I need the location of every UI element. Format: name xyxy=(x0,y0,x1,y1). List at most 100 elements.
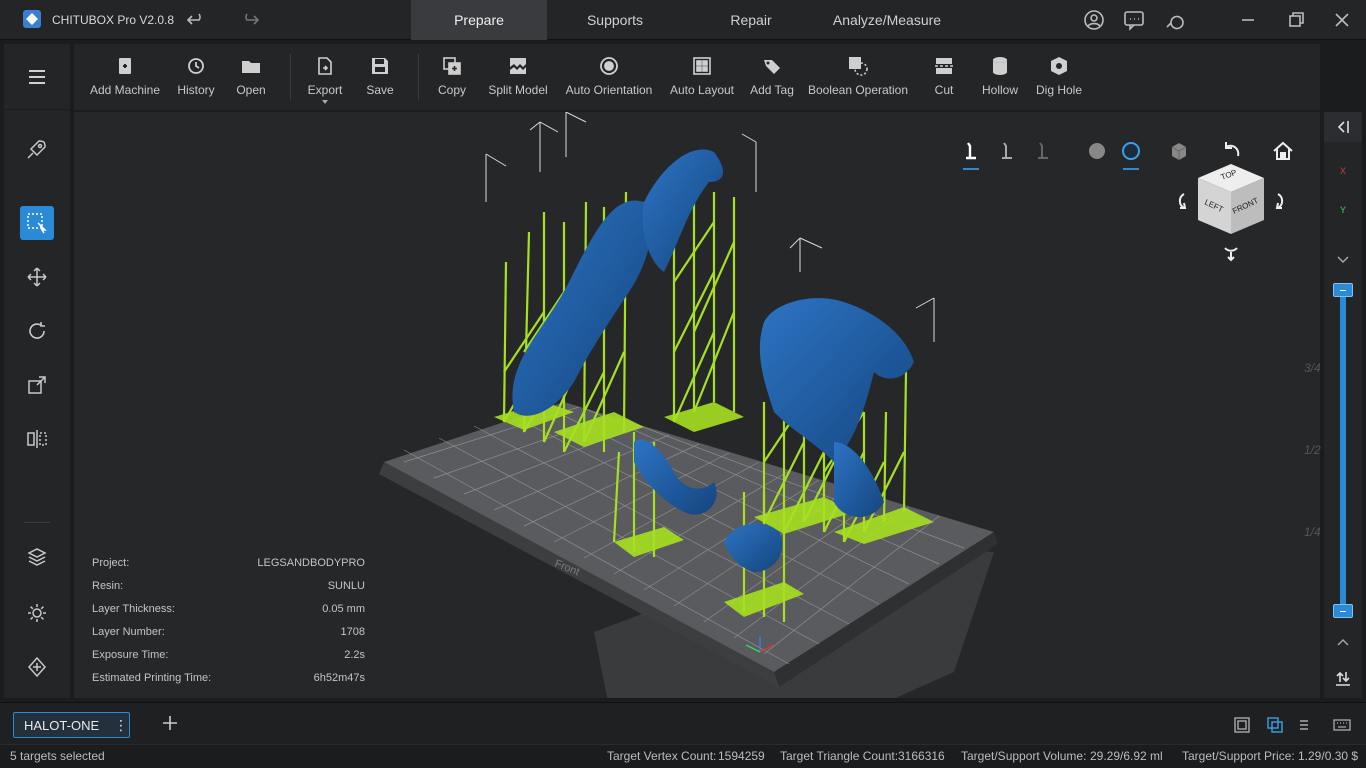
move-tool[interactable] xyxy=(20,260,54,294)
rotate-icon xyxy=(29,322,45,339)
redo-icon[interactable] xyxy=(238,8,262,32)
auto-orientation-label: Auto Orientation xyxy=(565,83,653,97)
open-button[interactable]: Open xyxy=(228,44,274,110)
info-printing-time-label: Estimated Printing Time: xyxy=(92,672,212,684)
add-machine-tab-button[interactable] xyxy=(160,713,180,733)
mirror-tool[interactable] xyxy=(20,422,54,456)
hollow-button[interactable]: Hollow xyxy=(974,44,1026,110)
cut-icon xyxy=(935,58,953,74)
boolean-operation-label: Boolean Operation xyxy=(807,83,909,97)
copy-button[interactable]: Copy xyxy=(430,44,474,110)
machine-tab-halot-one[interactable]: HALOT-ONE ⋮ xyxy=(13,712,130,738)
close-icon[interactable] xyxy=(1330,8,1354,32)
cut-button[interactable]: Cut xyxy=(922,44,966,110)
info-layer-thickness-value: 0.05 mm xyxy=(322,603,365,615)
info-resin-value: SUNLU xyxy=(327,580,365,592)
add-machine-button[interactable]: Add Machine xyxy=(86,44,164,110)
machine-settings-tool[interactable] xyxy=(20,596,54,630)
mirror-icon xyxy=(27,430,47,448)
layer-tick-quarter: 1/4 xyxy=(1304,525,1321,539)
view-mode-perspective-button[interactable] xyxy=(958,138,984,170)
toolbar-divider xyxy=(290,54,291,100)
shading-solid-button[interactable] xyxy=(1084,138,1110,164)
tab-analyze-measure[interactable]: Analyze/Measure xyxy=(819,0,955,40)
figure-dim-icon xyxy=(1038,142,1048,159)
save-button[interactable]: Save xyxy=(358,44,402,110)
split-model-label: Split Model xyxy=(488,83,548,97)
dig-hole-button[interactable]: Dig Hole xyxy=(1032,44,1086,110)
hollow-label: Hollow xyxy=(981,83,1018,97)
rotate-tool[interactable] xyxy=(20,314,54,348)
feedback-icon[interactable] xyxy=(1162,8,1186,32)
quick-print-tool[interactable] xyxy=(20,132,54,166)
copy-icon xyxy=(443,57,461,75)
save-label: Save xyxy=(366,83,394,97)
view-mode-model-button[interactable] xyxy=(1030,138,1056,164)
shading-xray-button[interactable] xyxy=(1118,138,1144,170)
rotate-down-icon[interactable] xyxy=(1220,242,1242,264)
slice-icon xyxy=(27,548,47,566)
view-cube[interactable]: TOP LEFT FRONT xyxy=(1164,158,1274,268)
vertex-count-label: Target Vertex Count: xyxy=(607,749,717,763)
slice-tool[interactable] xyxy=(20,540,54,574)
undo-icon[interactable] xyxy=(184,8,208,32)
split-model-button[interactable]: Split Model xyxy=(484,44,552,110)
rotate-right-icon[interactable] xyxy=(1272,190,1294,212)
collapse-panel-button[interactable] xyxy=(1324,112,1362,142)
auto-layout-button[interactable]: Auto Layout xyxy=(666,44,738,110)
triangle-count-label: Target Triangle Count: xyxy=(780,749,899,763)
layer-slider-top-handle[interactable] xyxy=(1333,283,1353,297)
collapse-left-icon xyxy=(1337,121,1349,133)
volume-value: 29.29/6.92 ml xyxy=(1090,749,1163,763)
history-button[interactable]: History xyxy=(170,44,222,110)
minimize-icon[interactable] xyxy=(1236,8,1260,32)
toolbar-divider xyxy=(418,54,419,100)
add-machine-icon xyxy=(119,58,131,74)
scale-tool[interactable] xyxy=(20,368,54,402)
layer-slider-bottom-handle[interactable] xyxy=(1333,604,1353,618)
tab-supports[interactable]: Supports xyxy=(547,0,683,40)
auto-layout-icon xyxy=(693,57,711,75)
sphere-xray-icon xyxy=(1122,142,1140,160)
restore-icon[interactable] xyxy=(1284,8,1308,32)
folder-icon xyxy=(242,61,260,73)
message-icon[interactable] xyxy=(1122,8,1146,32)
tab-repair[interactable]: Repair xyxy=(683,0,819,40)
status-bar: 5 targets selected Target Vertex Count: … xyxy=(0,744,1366,768)
tab-prepare[interactable]: Prepare xyxy=(411,0,547,40)
machine-tab-bar: HALOT-ONE ⋮ xyxy=(0,702,1366,744)
auto-orientation-button[interactable]: Auto Orientation xyxy=(562,44,656,110)
machine-tab-more-icon[interactable]: ⋮ xyxy=(114,717,128,734)
rotate-left-icon[interactable] xyxy=(1168,190,1190,212)
boolean-operation-button[interactable]: Boolean Operation xyxy=(806,44,910,110)
add-tag-button[interactable]: Add Tag xyxy=(746,44,798,110)
save-icon xyxy=(372,58,388,74)
account-icon[interactable] xyxy=(1082,8,1106,32)
tag-icon xyxy=(764,60,780,74)
plugins-tool[interactable] xyxy=(20,650,54,684)
keyboard-icon[interactable] xyxy=(1332,715,1352,735)
chevron-up-icon[interactable] xyxy=(1334,634,1352,652)
sphere-solid-icon xyxy=(1089,143,1105,159)
list-icon[interactable] xyxy=(1294,715,1314,735)
layout-multi-icon[interactable] xyxy=(1265,715,1285,735)
select-icon xyxy=(27,213,47,234)
auto-layout-label: Auto Layout xyxy=(669,83,735,97)
triangle-count-value: 3166316 xyxy=(898,749,945,763)
open-label: Open xyxy=(236,83,266,97)
export-button[interactable]: Export xyxy=(300,44,350,110)
plus-icon xyxy=(163,716,177,730)
info-layer-number-label: Layer Number: xyxy=(92,626,165,638)
gear-icon xyxy=(28,604,46,622)
layer-tick-three-quarter: 3/4 xyxy=(1304,361,1321,375)
layout-single-icon[interactable] xyxy=(1232,715,1252,735)
main-menu-button[interactable] xyxy=(4,44,70,110)
layer-preview-icon[interactable] xyxy=(1332,668,1354,690)
auto-orientation-icon xyxy=(600,57,618,75)
chevron-down-icon[interactable] xyxy=(1334,250,1352,268)
figure-solid-icon xyxy=(966,142,976,160)
view-mode-support-button[interactable] xyxy=(994,138,1020,164)
select-tool[interactable] xyxy=(20,206,54,240)
layer-slider-track[interactable] xyxy=(1340,290,1346,612)
3d-viewport[interactable]: Front TOP LEFT FRONT Project: LEGSANDBOD… xyxy=(74,112,1320,698)
